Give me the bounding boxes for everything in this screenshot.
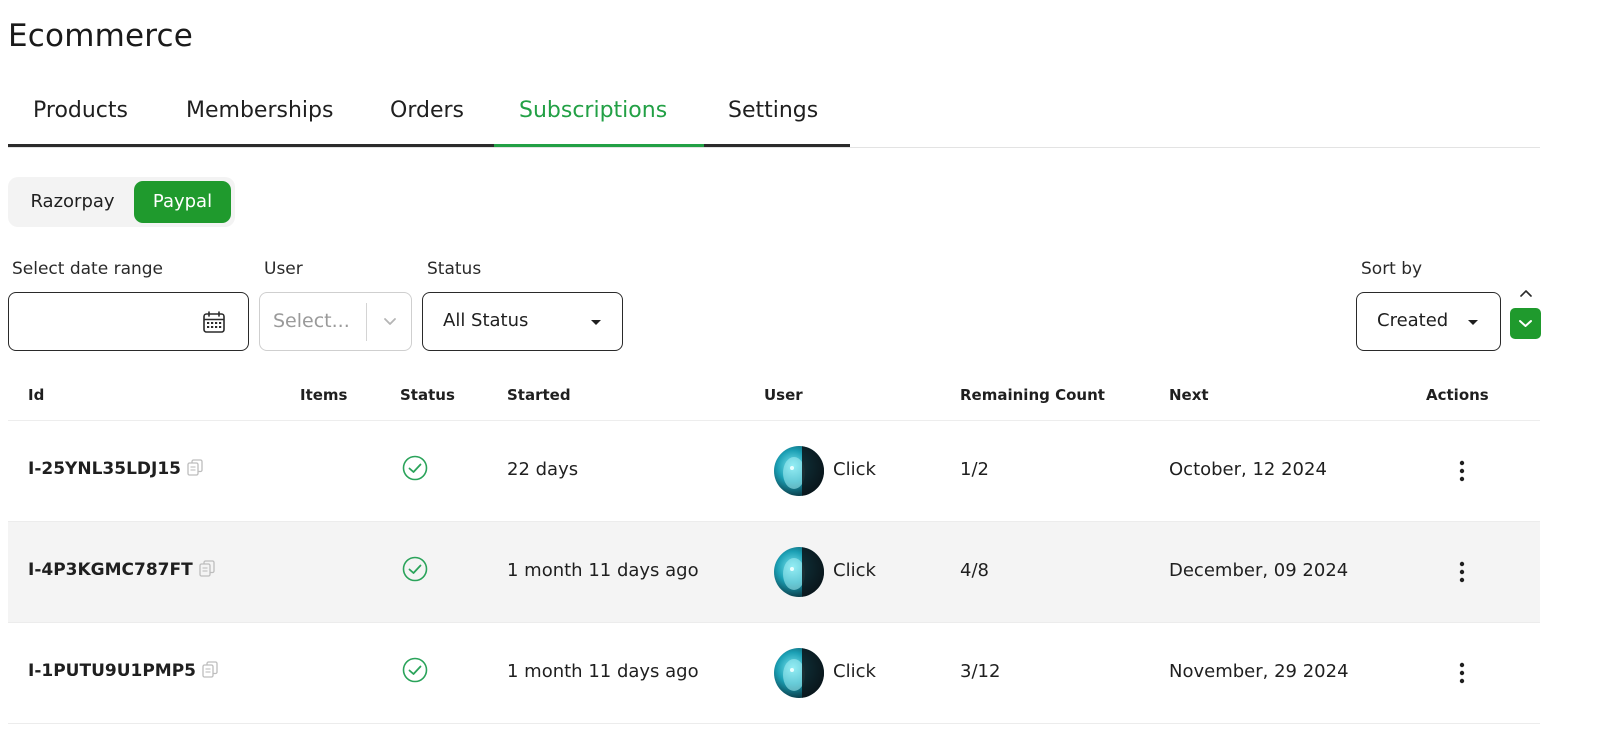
- user-name[interactable]: Click: [833, 459, 876, 480]
- subscription-id: I-4P3KGMC787FT: [28, 560, 215, 580]
- tab-products[interactable]: Products: [33, 98, 128, 123]
- remaining-count: 4/8: [960, 560, 989, 581]
- sort-select[interactable]: Created: [1356, 292, 1501, 351]
- next-billing-date: October, 12 2024: [1169, 459, 1327, 480]
- remaining-count: 1/2: [960, 459, 989, 480]
- table-row[interactable]: I-1PUTU9U1PMP5 1 month 11 days ago Click…: [8, 623, 1540, 724]
- started-value: 1 month 11 days ago: [507, 560, 699, 581]
- tab-subscriptions[interactable]: Subscriptions: [519, 98, 667, 123]
- column-header-remaining-count: Remaining Count: [960, 386, 1105, 404]
- user-select-separator: [366, 303, 367, 341]
- started-value: 22 days: [507, 459, 579, 480]
- subscription-id: I-25YNL35LDJ15: [28, 459, 203, 479]
- status-select[interactable]: All Status: [422, 292, 623, 351]
- sort-by-label: Sort by: [1361, 259, 1423, 279]
- copy-icon[interactable]: [202, 661, 218, 678]
- active-tab-indicator: [494, 144, 704, 147]
- next-billing-date: December, 09 2024: [1169, 560, 1349, 581]
- gateway-paypal-button[interactable]: Paypal: [134, 181, 231, 223]
- column-header-started: Started: [507, 386, 571, 404]
- table-row[interactable]: I-25YNL35LDJ15 22 days Click 1/2 October…: [8, 421, 1540, 522]
- column-header-user: User: [764, 386, 803, 404]
- sort-select-value: Created: [1377, 310, 1449, 331]
- user-name[interactable]: Click: [833, 560, 876, 581]
- column-header-items: Items: [300, 386, 348, 404]
- user-select-placeholder: Select...: [273, 310, 350, 332]
- column-header-actions: Actions: [1426, 386, 1489, 404]
- status-select-value: All Status: [443, 310, 529, 331]
- avatar-image: [774, 446, 824, 496]
- tab-memberships[interactable]: Memberships: [186, 98, 333, 123]
- page-title: Ecommerce: [8, 18, 194, 54]
- avatar: [774, 648, 824, 698]
- gateway-razorpay-button[interactable]: Razorpay: [12, 181, 133, 223]
- user-select[interactable]: Select...: [259, 292, 412, 351]
- caret-down-icon: [591, 320, 601, 325]
- caret-down-icon: [1468, 320, 1478, 325]
- subscription-id: I-1PUTU9U1PMP5: [28, 661, 218, 681]
- chevron-down-icon[interactable]: [380, 311, 400, 331]
- avatar-image: [774, 648, 824, 698]
- status-check-icon: [402, 455, 428, 481]
- subscription-id-text: I-4P3KGMC787FT: [28, 560, 193, 580]
- status-check-icon: [402, 657, 428, 683]
- calendar-icon[interactable]: [202, 310, 226, 334]
- more-actions-icon[interactable]: [1448, 558, 1476, 586]
- chevron-down-icon: [1519, 320, 1532, 327]
- more-actions-icon[interactable]: [1448, 457, 1476, 485]
- column-header-next: Next: [1169, 386, 1209, 404]
- user-filter-label: User: [264, 259, 303, 279]
- subscription-id-text: I-25YNL35LDJ15: [28, 459, 181, 479]
- status-filter-label: Status: [427, 259, 482, 279]
- tab-settings[interactable]: Settings: [728, 98, 818, 123]
- avatar-image: [774, 547, 824, 597]
- copy-icon[interactable]: [199, 560, 215, 577]
- user-name[interactable]: Click: [833, 661, 876, 682]
- sort-ascending-icon[interactable]: [1517, 287, 1535, 299]
- date-range-label: Select date range: [12, 259, 164, 279]
- status-check-icon: [402, 556, 428, 582]
- tab-bar: Products Memberships Orders Subscription…: [8, 90, 1540, 148]
- row-divider: [8, 723, 1540, 724]
- copy-icon[interactable]: [187, 459, 203, 476]
- tab-orders[interactable]: Orders: [390, 98, 464, 123]
- gateway-toggle: Razorpay Paypal: [8, 177, 235, 227]
- remaining-count: 3/12: [960, 661, 1001, 682]
- column-header-status: Status: [400, 386, 455, 404]
- more-actions-icon[interactable]: [1448, 659, 1476, 687]
- tab-strip: Products Memberships Orders Subscription…: [8, 90, 850, 147]
- sort-descending-button[interactable]: [1510, 308, 1541, 339]
- column-header-id: Id: [28, 386, 45, 404]
- date-range-input[interactable]: [8, 292, 249, 351]
- started-value: 1 month 11 days ago: [507, 661, 699, 682]
- subscription-id-text: I-1PUTU9U1PMP5: [28, 661, 196, 681]
- avatar: [774, 446, 824, 496]
- avatar: [774, 547, 824, 597]
- table-row[interactable]: I-4P3KGMC787FT 1 month 11 days ago Click…: [8, 522, 1540, 623]
- next-billing-date: November, 29 2024: [1169, 661, 1349, 682]
